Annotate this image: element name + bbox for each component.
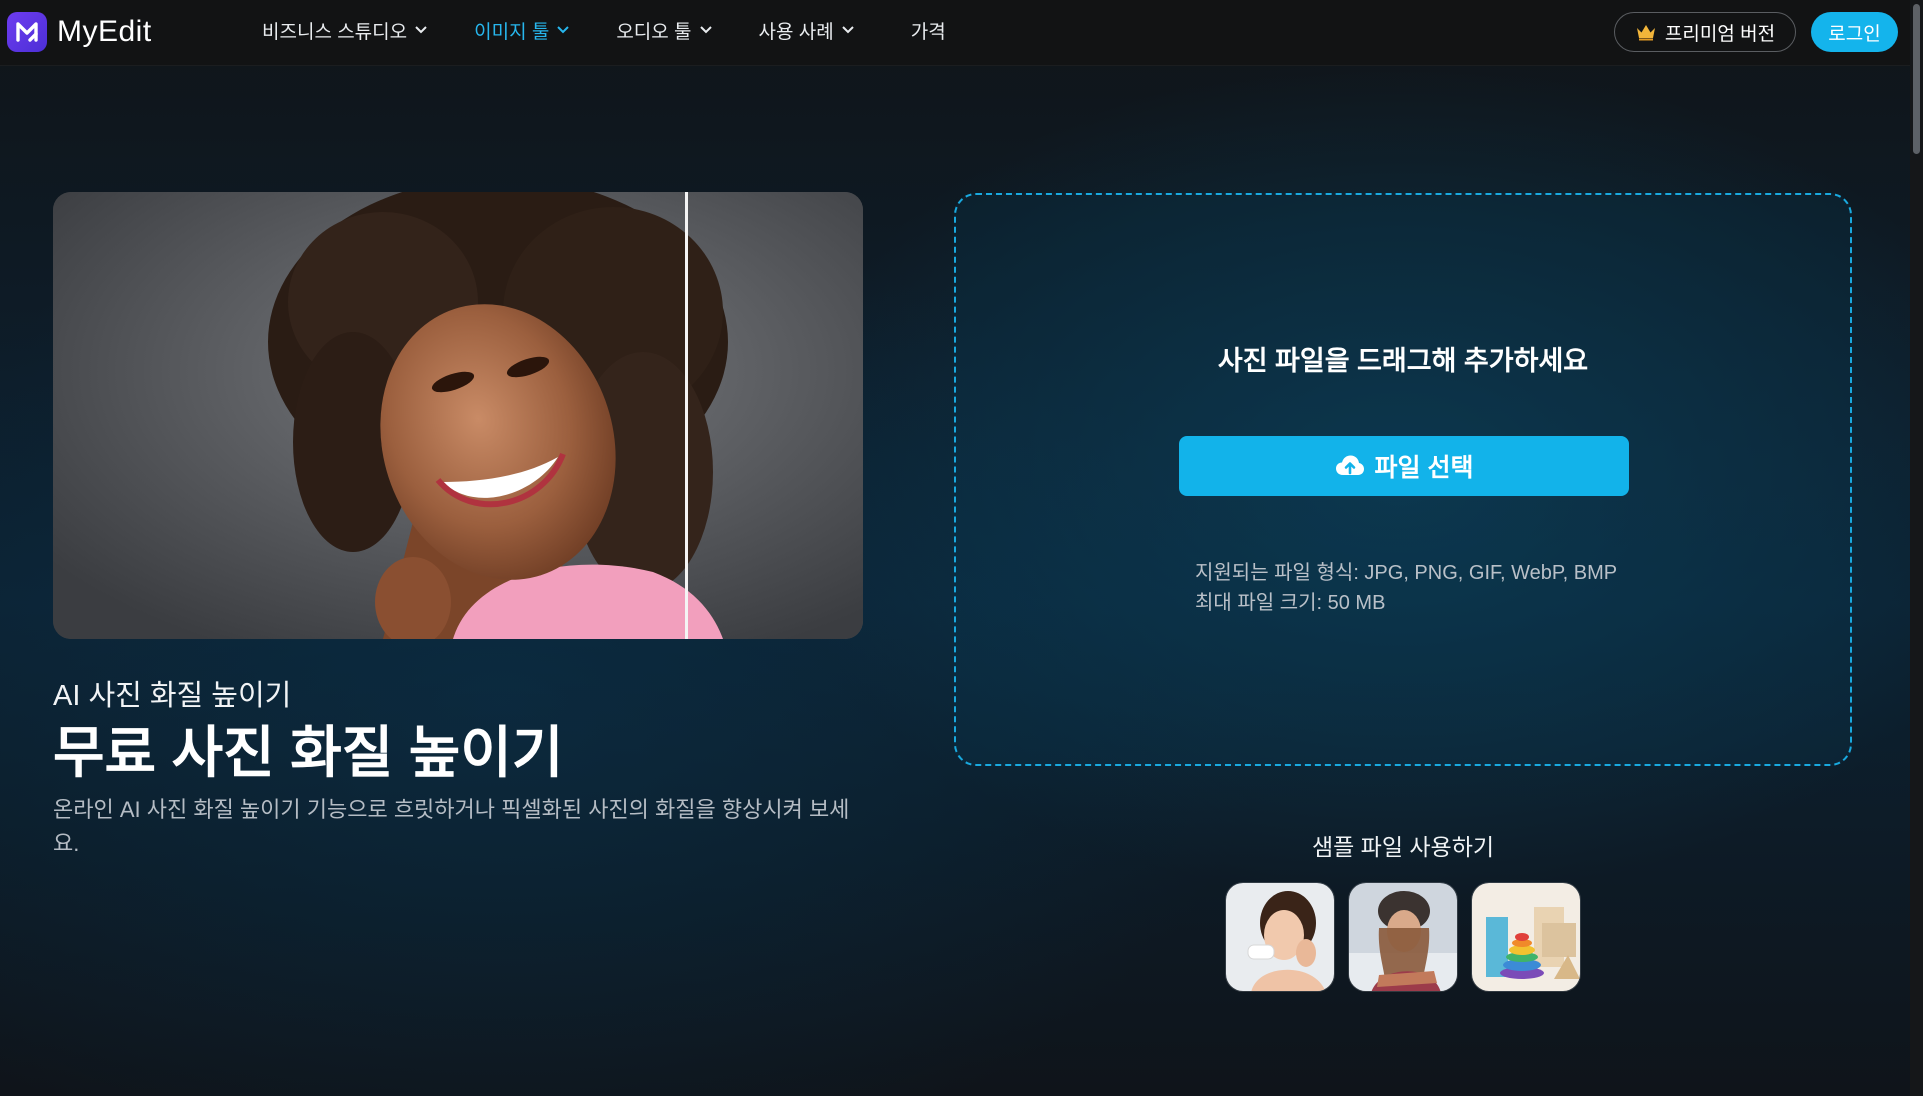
page-title: 무료 사진 화질 높이기 <box>53 721 564 784</box>
main-nav: 비즈니스 스튜디오 이미지 툴 오디오 툴 사용 사례 가격 <box>262 0 992 60</box>
nav-audio-tools-label: 오디오 툴 <box>616 21 692 43</box>
myedit-logo-icon <box>7 12 47 52</box>
chevron-down-icon <box>841 25 855 35</box>
nav-business-studio[interactable]: 비즈니스 스튜디오 <box>262 17 428 44</box>
select-file-button[interactable]: 파일 선택 <box>1179 436 1629 496</box>
nav-pricing-label: 가격 <box>910 21 946 43</box>
page-scrollbar[interactable] <box>1910 0 1923 1096</box>
cloud-upload-icon <box>1335 454 1365 478</box>
scrollbar-thumb[interactable] <box>1913 4 1920 154</box>
nav-use-cases[interactable]: 사용 사례 <box>759 17 855 44</box>
top-navigation-bar: MyEdit 비즈니스 스튜디오 이미지 툴 오디오 툴 사용 사례 가격 프리… <box>0 0 1910 66</box>
chevron-down-icon <box>699 25 713 35</box>
premium-button[interactable]: 프리미엄 버전 <box>1614 12 1796 52</box>
premium-button-label: 프리미엄 버전 <box>1664 23 1776 45</box>
page-description: 온라인 AI 사진 화질 높이기 기능으로 흐릿하거나 픽셀화된 사진의 화질을… <box>53 797 850 856</box>
nav-audio-tools[interactable]: 오디오 툴 <box>616 17 712 44</box>
max-file-size-text: 최대 파일 크기: 50 MB <box>1195 592 1386 614</box>
select-file-button-label: 파일 선택 <box>1374 454 1474 482</box>
nav-image-tools[interactable]: 이미지 툴 <box>474 17 570 44</box>
drop-zone-label: 사진 파일을 드래그해 추가하세요 <box>1217 346 1589 376</box>
file-drop-zone[interactable]: 사진 파일을 드래그해 추가하세요 파일 선택 지원되는 파일 형식: JPG,… <box>954 193 1852 766</box>
nav-business-studio-label: 비즈니스 스튜디오 <box>262 21 408 43</box>
file-requirements: 지원되는 파일 형식: JPG, PNG, GIF, WebP, BMP 최대 … <box>1195 558 1617 618</box>
compare-divider-handle[interactable] <box>685 192 688 639</box>
nav-use-cases-label: 사용 사례 <box>758 21 834 43</box>
login-button-label: 로그인 <box>1828 23 1881 45</box>
brand-name: MyEdit <box>57 15 152 48</box>
supported-formats-text: 지원되는 파일 형식: JPG, PNG, GIF, WebP, BMP <box>1195 562 1618 584</box>
sample-files-title: 샘플 파일 사용하기 <box>1311 834 1495 860</box>
page: MyEdit 비즈니스 스튜디오 이미지 툴 오디오 툴 사용 사례 가격 프리… <box>0 0 1923 1096</box>
sample-woman-winter[interactable] <box>1348 882 1458 992</box>
chevron-down-icon <box>414 25 428 35</box>
sample-woman-skincare[interactable] <box>1225 882 1335 992</box>
nav-image-tools-label: 이미지 툴 <box>474 21 550 43</box>
before-after-image[interactable] <box>53 192 863 639</box>
chevron-down-icon <box>556 25 570 35</box>
myedit-logo[interactable]: MyEdit <box>7 12 152 52</box>
crown-icon <box>1635 23 1657 41</box>
nav-pricing[interactable]: 가격 <box>911 17 946 44</box>
login-button[interactable]: 로그인 <box>1811 12 1898 52</box>
sample-files-list <box>1225 882 1594 992</box>
sample-toy-blocks[interactable] <box>1471 882 1581 992</box>
